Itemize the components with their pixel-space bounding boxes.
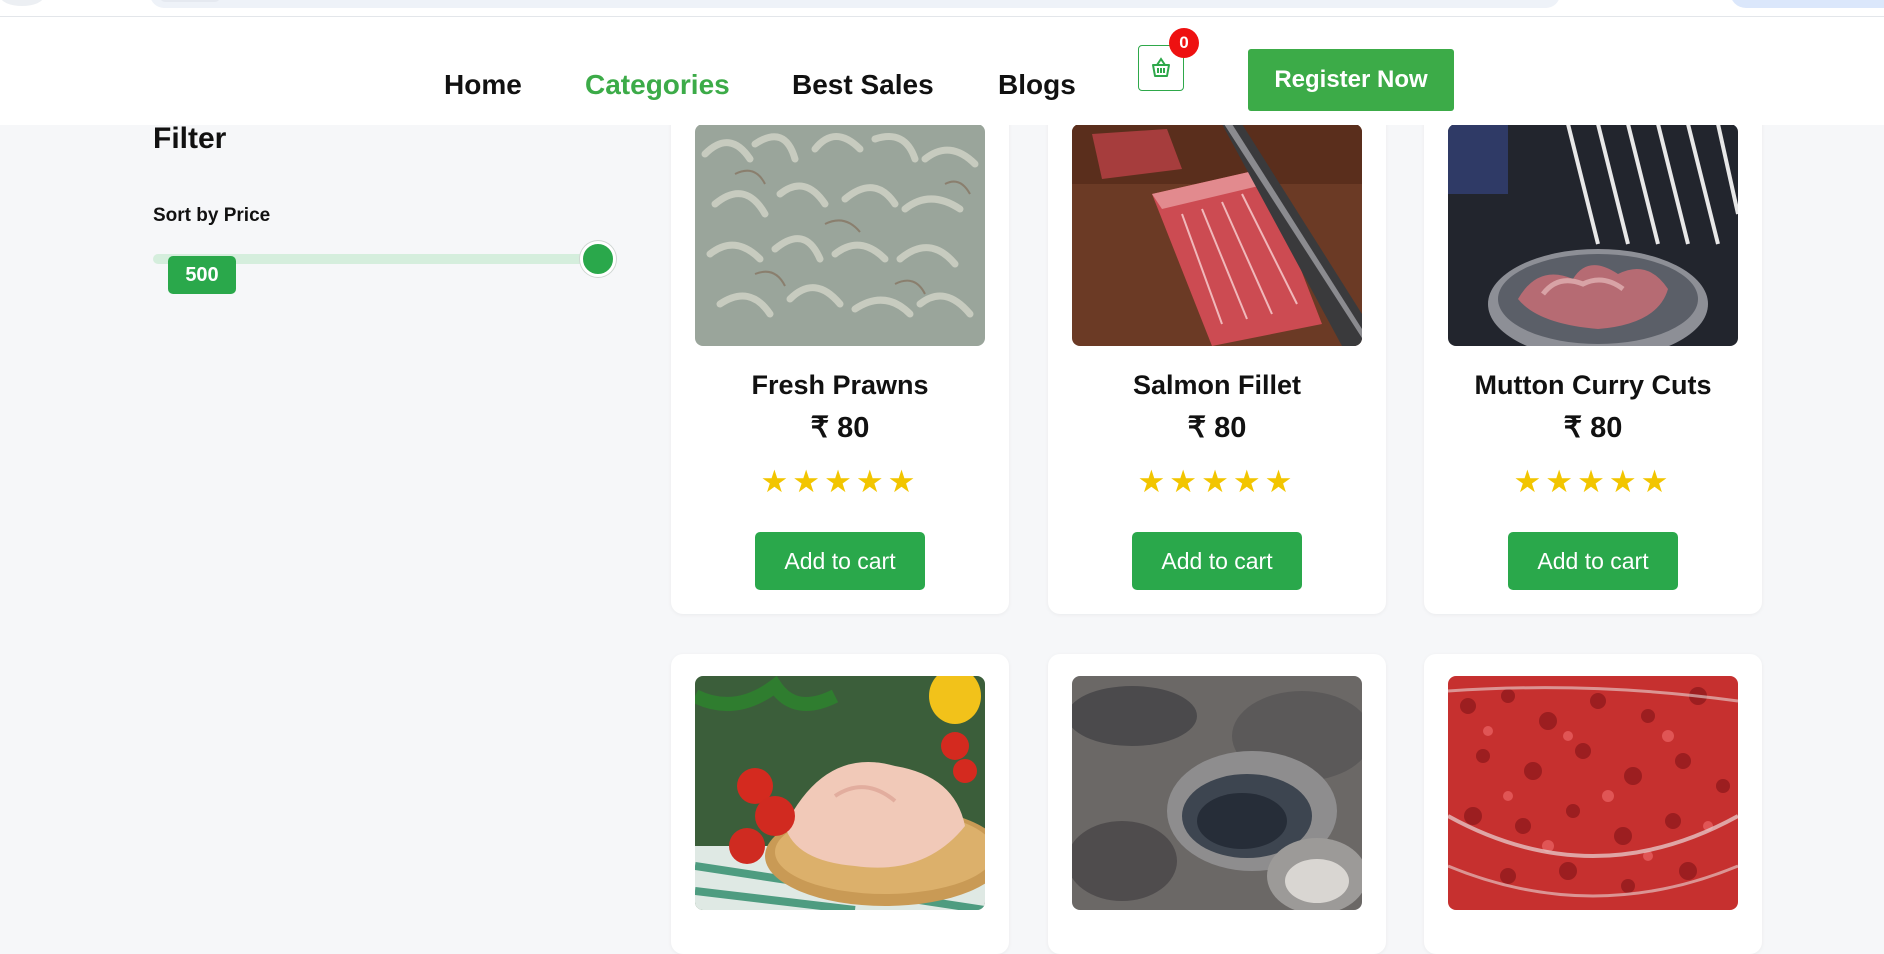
add-to-cart-button[interactable]: Add to cart xyxy=(755,532,925,590)
filter-title: Filter xyxy=(153,122,227,155)
sort-by-price-label: Sort by Price xyxy=(153,205,271,226)
nav-categories[interactable]: Categories xyxy=(585,69,730,101)
product-image-oysters[interactable] xyxy=(1072,676,1362,910)
product-rating-stars: ★★★★★ xyxy=(760,464,920,499)
address-bar-chip xyxy=(160,0,220,2)
product-card xyxy=(1424,654,1762,954)
product-image-raw-meat-block[interactable] xyxy=(1072,124,1362,346)
navbar: Home Categories Best Sales Blogs 0 Regis… xyxy=(0,17,1884,125)
product-price: ₹ 80 xyxy=(810,412,870,444)
nav-home[interactable]: Home xyxy=(444,69,522,101)
product-card xyxy=(671,654,1009,954)
browser-top-strip xyxy=(0,0,1884,17)
browser-profile-pill[interactable] xyxy=(1730,0,1884,8)
cart-count-badge: 0 xyxy=(1169,28,1199,58)
product-card xyxy=(1048,654,1386,954)
product-image-mutton-bowl[interactable] xyxy=(1448,124,1738,346)
product-price: ₹ 80 xyxy=(1187,412,1247,444)
address-bar[interactable] xyxy=(150,0,1560,8)
product-image-prawns[interactable] xyxy=(695,124,985,346)
product-rating-stars: ★★★★★ xyxy=(1513,464,1673,499)
nav-blogs[interactable]: Blogs xyxy=(998,69,1076,101)
product-image-minced-meat[interactable] xyxy=(1448,676,1738,910)
product-card: Mutton Curry Cuts ₹ 80 ★★★★★ Add to cart xyxy=(1424,104,1762,614)
nav-best-sales[interactable]: Best Sales xyxy=(792,69,934,101)
product-card: Fresh Prawns ₹ 80 ★★★★★ Add to cart xyxy=(671,104,1009,614)
product-price: ₹ 80 xyxy=(1563,412,1623,444)
product-name: Fresh Prawns xyxy=(751,370,929,400)
basket-icon xyxy=(1152,57,1170,77)
product-name: Mutton Curry Cuts xyxy=(1474,370,1712,400)
register-now-button[interactable]: Register Now xyxy=(1248,49,1454,111)
price-slider-value: 500 xyxy=(168,256,236,294)
add-to-cart-button[interactable]: Add to cart xyxy=(1508,532,1678,590)
add-to-cart-button[interactable]: Add to cart xyxy=(1132,532,1302,590)
product-rating-stars: ★★★★★ xyxy=(1137,464,1297,499)
price-slider-handle[interactable] xyxy=(580,241,616,277)
browser-back-button[interactable] xyxy=(0,0,44,6)
product-name: Salmon Fillet xyxy=(1132,370,1302,400)
product-card: Salmon Fillet ₹ 80 ★★★★★ Add to cart xyxy=(1048,104,1386,614)
product-image-chicken-breast[interactable] xyxy=(695,676,985,910)
